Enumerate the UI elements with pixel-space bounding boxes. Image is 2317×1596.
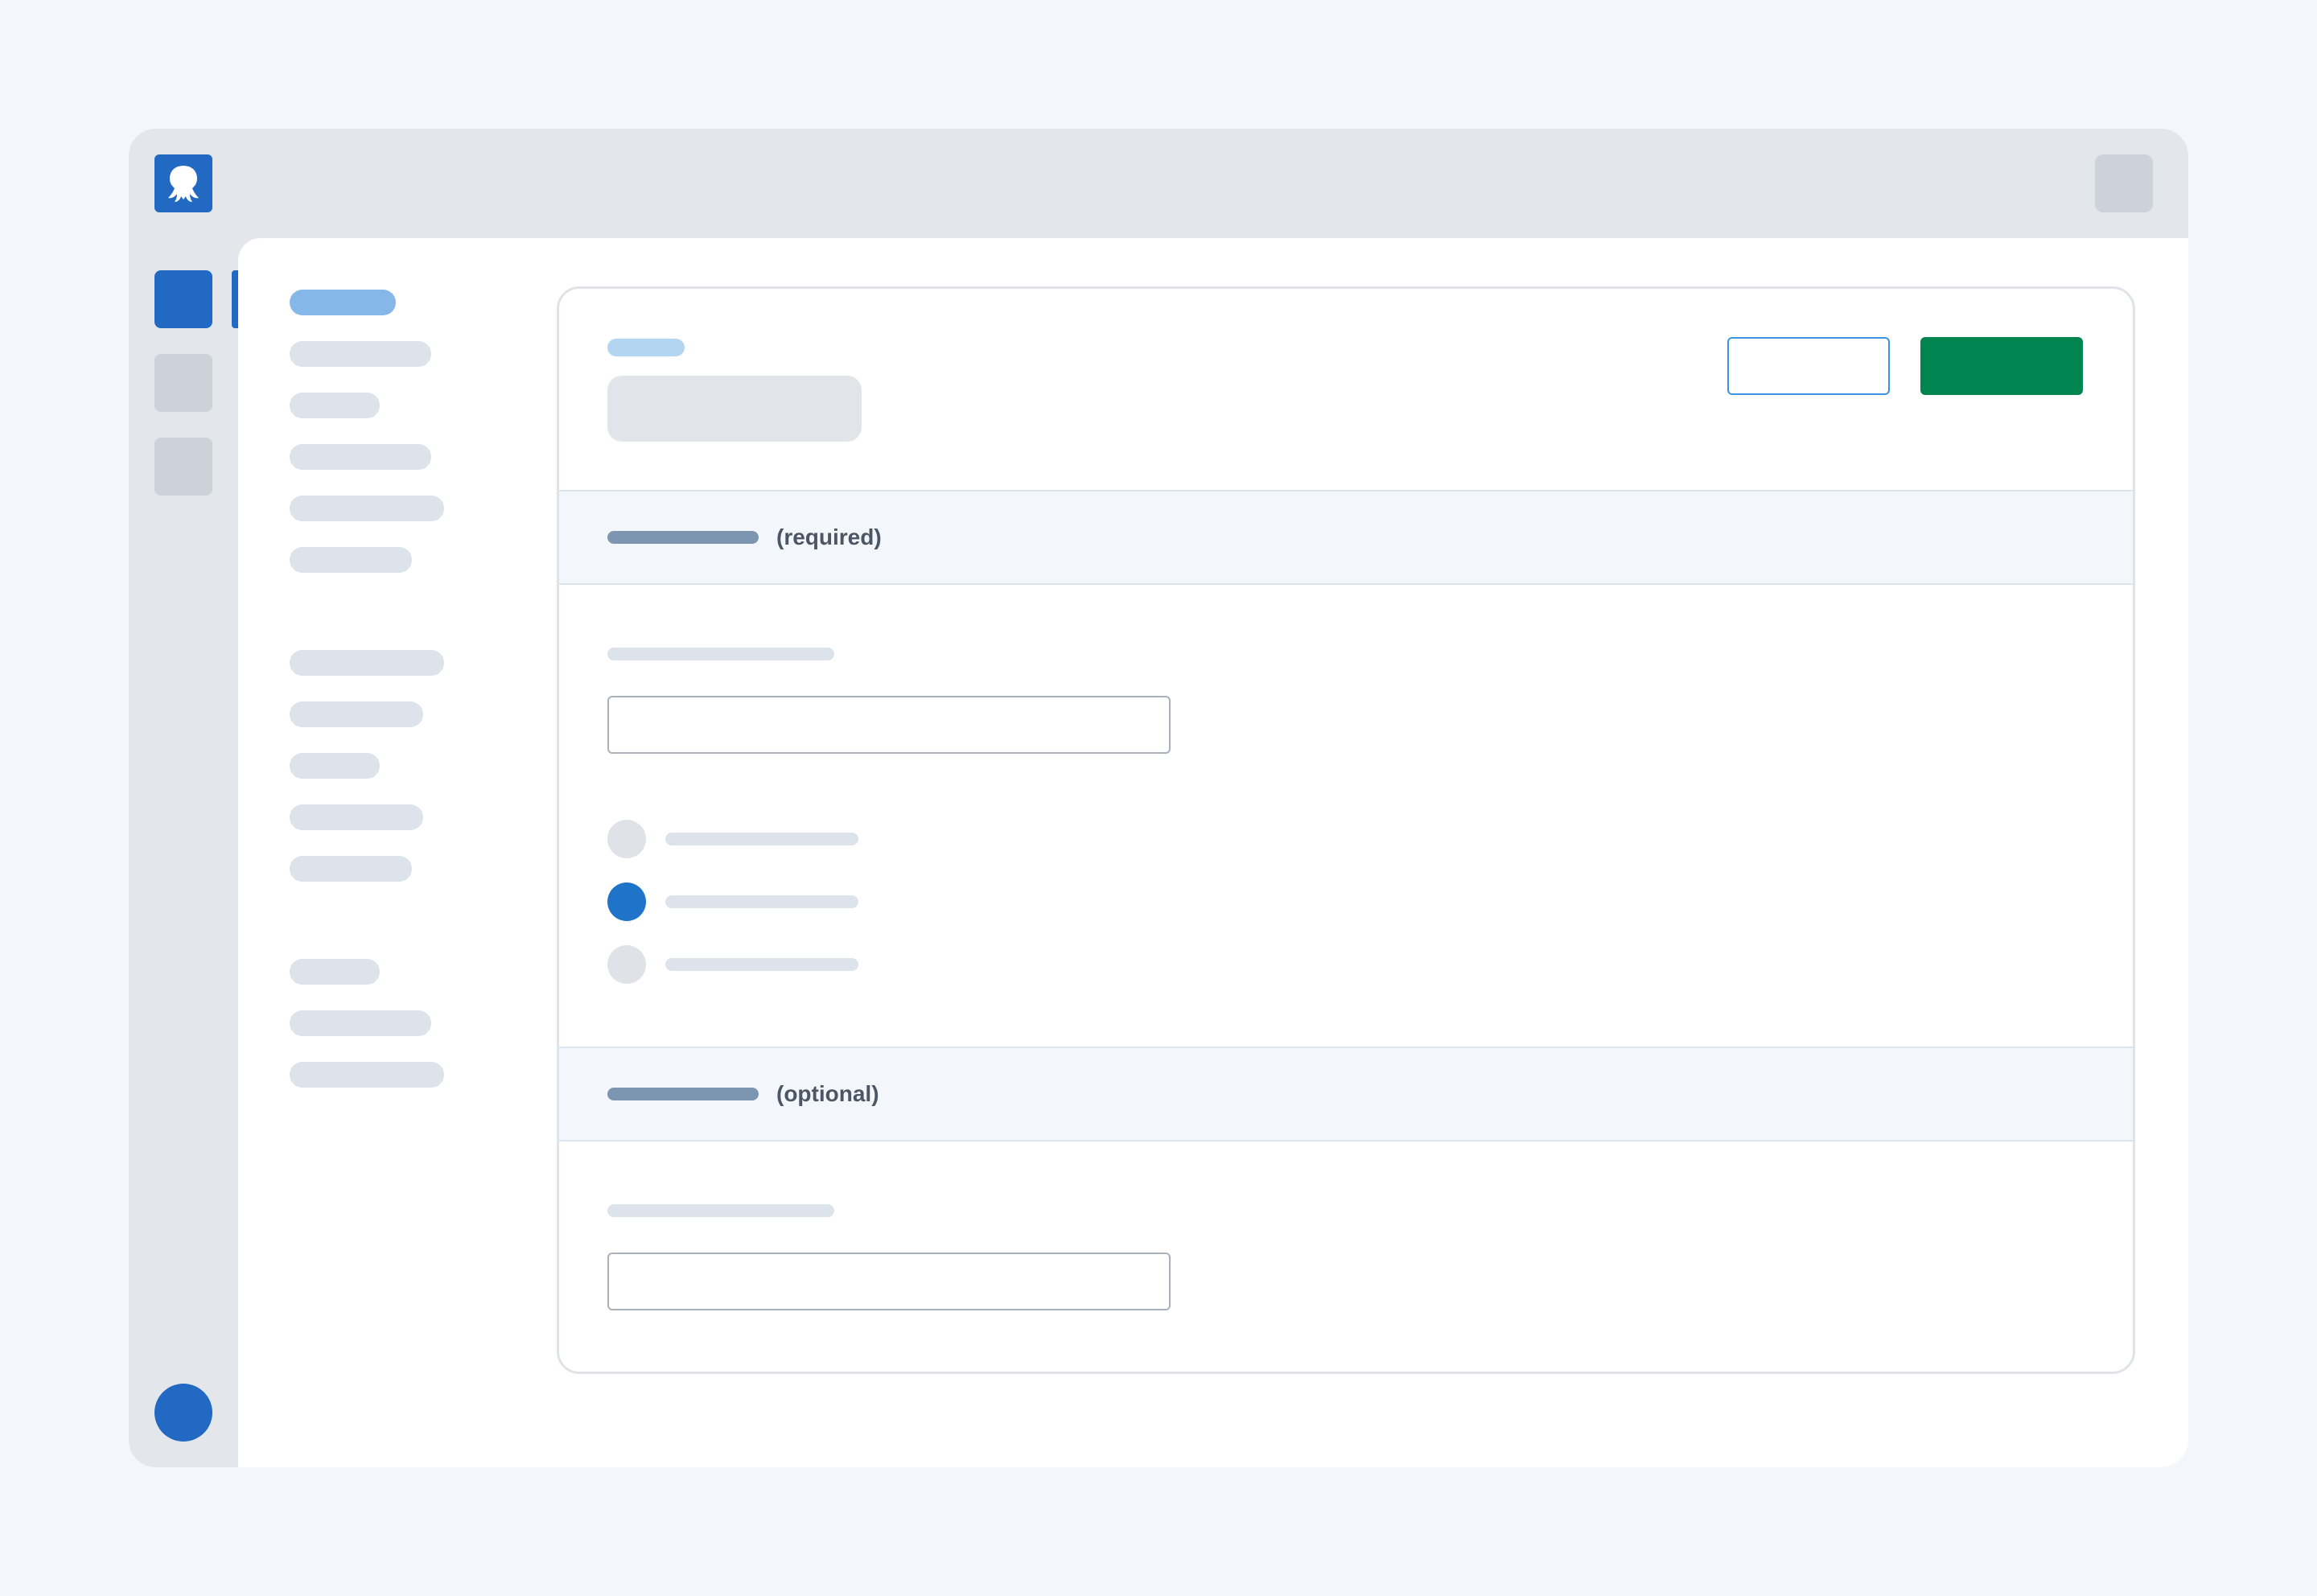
nav-item[interactable] [290, 753, 380, 779]
app-window: (required) (optional) [129, 129, 2188, 1467]
radio-button[interactable] [607, 820, 646, 858]
field-label [607, 648, 834, 660]
radio-option[interactable] [607, 945, 858, 984]
nav-item-active[interactable] [290, 290, 396, 315]
nav-item[interactable] [290, 444, 431, 470]
nav-item[interactable] [290, 393, 380, 418]
rail-active-indicator [232, 270, 238, 328]
field-label [607, 1204, 834, 1217]
section-title [607, 1088, 759, 1100]
radio-button[interactable] [607, 945, 646, 984]
text-input-required[interactable] [607, 696, 1171, 754]
octopus-logo-icon [168, 166, 199, 202]
rail-item-2[interactable] [154, 354, 212, 412]
rail-item-active[interactable] [154, 270, 212, 328]
rail-item-3[interactable] [154, 438, 212, 496]
radio-option[interactable] [607, 882, 858, 921]
nav-item[interactable] [290, 804, 423, 830]
nav-item[interactable] [290, 496, 444, 521]
content-panel: (required) (optional) [238, 238, 2188, 1467]
section-header-required: (required) [559, 490, 2133, 585]
cancel-button[interactable] [1727, 337, 1890, 395]
user-avatar[interactable] [154, 1384, 212, 1442]
section-header-optional: (optional) [559, 1047, 2133, 1141]
radio-option[interactable] [607, 820, 858, 858]
section-title [607, 531, 759, 544]
page-title [607, 376, 862, 442]
nav-item[interactable] [290, 650, 444, 676]
radio-label [665, 958, 858, 971]
section-label-optional: (optional) [776, 1081, 879, 1106]
nav-item[interactable] [290, 341, 431, 367]
section-label-required: (required) [776, 524, 882, 549]
save-button[interactable] [1920, 337, 2083, 395]
nav-item[interactable] [290, 701, 423, 727]
nav-item[interactable] [290, 959, 380, 985]
radio-label [665, 833, 858, 845]
nav-item[interactable] [290, 1062, 444, 1088]
nav-item[interactable] [290, 547, 412, 573]
radio-label [665, 895, 858, 908]
radio-button[interactable] [607, 882, 646, 921]
breadcrumb[interactable] [607, 339, 685, 356]
text-input-optional[interactable] [607, 1253, 1171, 1310]
nav-item[interactable] [290, 1010, 431, 1036]
app-logo[interactable] [154, 154, 212, 212]
top-right-menu-button[interactable] [2095, 154, 2153, 212]
nav-item[interactable] [290, 856, 412, 882]
form-card: (required) (optional) [557, 286, 2135, 1374]
